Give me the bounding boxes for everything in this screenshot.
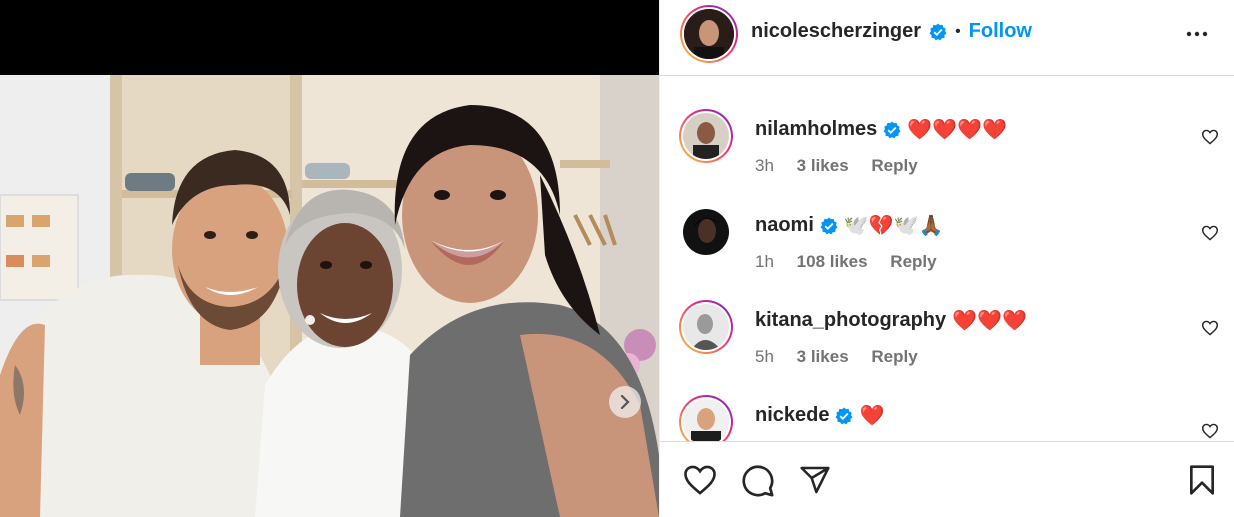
author-username[interactable]: nicolescherzinger	[751, 20, 921, 43]
comment-username[interactable]: nilamholmes	[755, 118, 877, 141]
more-options-icon	[1186, 31, 1208, 37]
share-button[interactable]	[798, 464, 832, 501]
post-photo[interactable]	[0, 75, 659, 517]
author-avatar[interactable]	[680, 5, 738, 63]
heart-icon	[1201, 225, 1219, 241]
reply-button[interactable]: Reply	[890, 252, 936, 271]
follow-button[interactable]: Follow	[969, 20, 1032, 43]
comment-text: ❤️❤️❤️❤️	[907, 119, 1007, 141]
chevron-right-icon	[620, 395, 630, 409]
post-sidebar: nicolescherzinger • Follow nilamholmes ❤…	[659, 0, 1234, 517]
avatar-image	[683, 304, 729, 350]
more-options-button[interactable]	[1185, 22, 1209, 51]
reply-button[interactable]: Reply	[871, 347, 917, 366]
comment-time: 5h	[755, 347, 774, 366]
heart-icon	[1201, 320, 1219, 336]
comment-likes[interactable]: 108 likes	[797, 252, 868, 271]
comment-avatar[interactable]	[679, 300, 733, 354]
comment-likes[interactable]: 3 likes	[797, 156, 849, 175]
like-post-button[interactable]	[682, 464, 718, 501]
header-separator: •	[955, 22, 961, 40]
author-avatar-image	[684, 9, 734, 59]
comment-username[interactable]: kitana_photography	[755, 309, 946, 332]
post-media	[0, 0, 659, 517]
comment-icon	[742, 465, 774, 497]
comment-item: kitana_photography ❤️❤️❤️ 5h 3 likes Rep…	[660, 298, 1234, 388]
comment-button[interactable]	[741, 464, 775, 503]
post-actions-bar	[660, 441, 1234, 517]
comments-list[interactable]: nilamholmes ❤️❤️❤️❤️ 3h 3 likes Reply na…	[660, 77, 1234, 441]
like-comment-button[interactable]	[1201, 320, 1219, 341]
comment-likes[interactable]: 3 likes	[797, 347, 849, 366]
comment-item: naomi 🕊️💔🕊️🙏🏾 1h 108 likes Reply	[660, 203, 1234, 293]
verified-badge-icon	[929, 23, 947, 40]
share-icon	[800, 466, 830, 494]
comment-text: 🕊️💔🕊️🙏🏾	[843, 215, 944, 237]
heart-icon	[684, 465, 716, 495]
avatar-image	[683, 399, 729, 441]
comment-time: 3h	[755, 156, 774, 175]
reply-button[interactable]: Reply	[871, 156, 917, 175]
like-comment-button[interactable]	[1201, 129, 1219, 150]
comment-avatar[interactable]	[683, 209, 729, 255]
comment-avatar[interactable]	[679, 109, 733, 163]
post-header: nicolescherzinger • Follow	[660, 0, 1234, 76]
verified-badge-icon	[835, 407, 853, 424]
next-photo-button[interactable]	[609, 386, 641, 418]
comment-time: 1h	[755, 252, 774, 271]
save-button[interactable]	[1187, 464, 1217, 501]
verified-badge-icon	[820, 217, 838, 234]
comment-item: nickede ❤️	[660, 393, 1234, 441]
heart-icon	[1201, 423, 1219, 439]
like-comment-button[interactable]	[1201, 225, 1219, 246]
verified-badge-icon	[883, 121, 901, 138]
avatar-image	[683, 113, 729, 159]
comment-username[interactable]: nickede	[755, 404, 829, 427]
comment-text: ❤️❤️❤️	[952, 310, 1027, 332]
comment-text: ❤️	[859, 405, 885, 427]
comment-username[interactable]: naomi	[755, 214, 814, 237]
heart-icon	[1201, 129, 1219, 145]
comment-avatar[interactable]	[679, 395, 733, 441]
bookmark-icon	[1190, 465, 1214, 495]
like-comment-button[interactable]	[1201, 423, 1219, 441]
avatar-image	[683, 209, 729, 255]
comment-item: nilamholmes ❤️❤️❤️❤️ 3h 3 likes Reply	[660, 107, 1234, 197]
photo-illustration	[0, 75, 659, 517]
